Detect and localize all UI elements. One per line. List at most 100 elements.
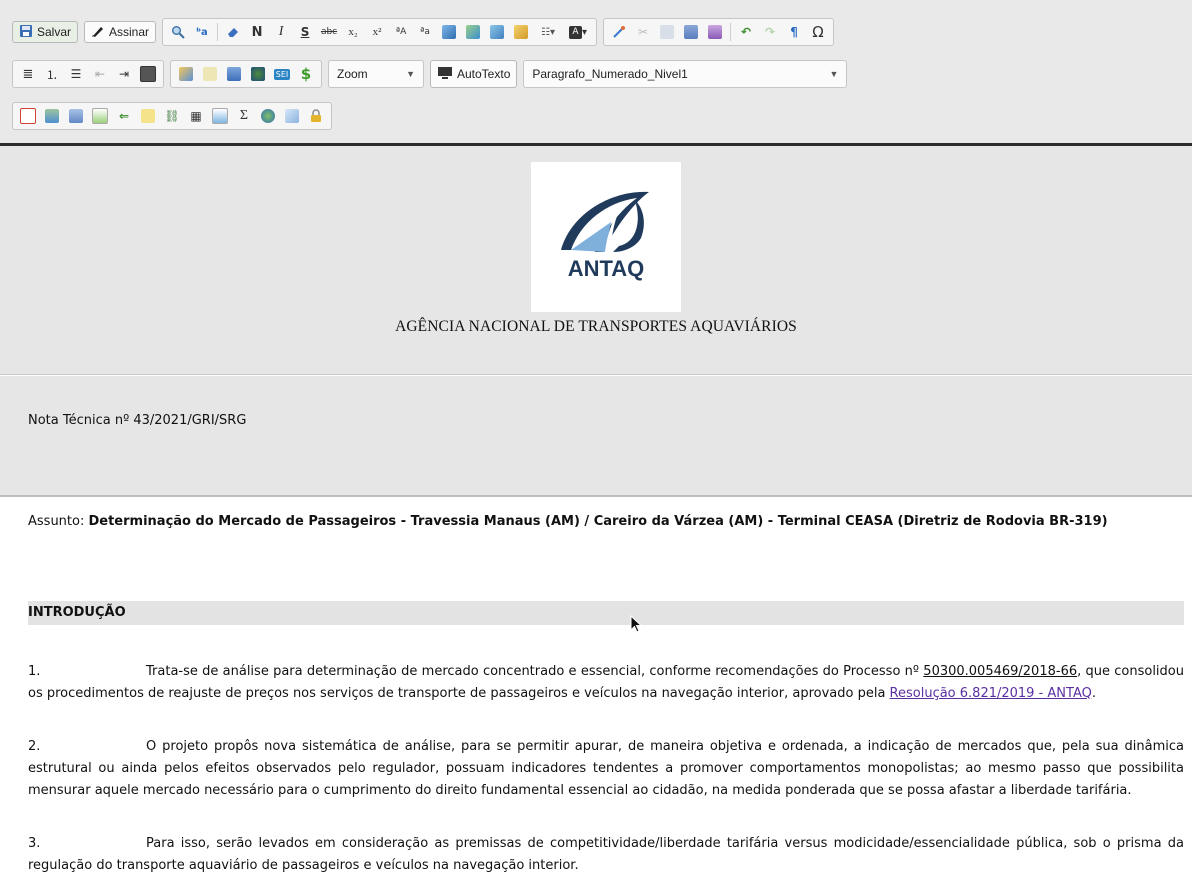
insert-note-icon[interactable] [199, 63, 221, 85]
insert-group: SEI $ [170, 60, 322, 88]
underline-button[interactable]: S [294, 21, 316, 43]
zoom-label: Zoom [337, 67, 368, 81]
cut-icon[interactable]: ✂ [632, 21, 654, 43]
currency-button[interactable]: $ [295, 63, 317, 85]
paragraph-mark-icon[interactable]: ¶ [783, 21, 805, 43]
paragraph-number: 2. [28, 739, 41, 754]
extras-group: ⇐ ⛓ ▦ Σ [12, 102, 332, 130]
text-color-dropdown-icon[interactable]: A ▾ [564, 21, 592, 43]
source-icon[interactable] [17, 105, 39, 127]
save-label: Salvar [37, 25, 72, 39]
toolbar-row-3: ⇐ ⛓ ▦ Σ [12, 102, 332, 130]
document-b-icon[interactable] [65, 105, 87, 127]
insert-doc-icon[interactable] [209, 105, 231, 127]
superscript-button[interactable]: x² [366, 21, 388, 43]
paragraph-style-value: Paragrafo_Numerado_Nivel1 [532, 67, 688, 81]
globe-icon[interactable] [257, 105, 279, 127]
section-heading: INTRODUÇÃO [28, 605, 126, 620]
format-paint-icon[interactable] [510, 21, 532, 43]
italic-button[interactable]: I [270, 21, 292, 43]
uppercase-icon[interactable]: ªA [390, 21, 412, 43]
spellcheck-icon[interactable] [608, 21, 630, 43]
agency-name: AGÊNCIA NACIONAL DE TRANSPORTES AQUAVIÁR… [395, 318, 797, 335]
image-icon[interactable] [137, 63, 159, 85]
process-number: 50300.005469/2018-66 [923, 664, 1078, 679]
document-header: ANTAQ AGÊNCIA NACIONAL DE TRANSPORTES AQ… [0, 146, 1192, 375]
antaq-logo: ANTAQ [531, 162, 681, 312]
outdent-icon[interactable]: ⇤ [89, 63, 111, 85]
logo-wordmark: ANTAQ [568, 256, 645, 281]
subject-line: Assunto: Determinação do Mercado de Pass… [28, 511, 1170, 533]
eraser-icon[interactable] [222, 21, 244, 43]
list-style-dropdown-icon[interactable]: ☷▾ [534, 21, 562, 43]
editor-toolbar: Salvar Assinar ᵇa N I S abc x₂ x² ªA ªa [0, 0, 1192, 146]
justify-icon[interactable]: ≣ [17, 63, 39, 85]
resolution-link[interactable]: Resolução 6.821/2019 - ANTAQ [890, 686, 1092, 701]
qr-code-icon[interactable]: ▦ [185, 105, 207, 127]
toolbar-row-1: Salvar Assinar ᵇa N I S abc x₂ x² ªA ªa [12, 18, 835, 46]
paragraph-number: 3. [28, 836, 41, 851]
monitor-icon [437, 66, 453, 83]
paragraph-number: 1. [28, 664, 41, 679]
insert-sei-icon[interactable]: SEI [271, 63, 293, 85]
misc-group: ✂ ↶ ↷ ¶ Ω [603, 18, 835, 46]
paragraph-3: 3. Para isso, serão levados em consideraç… [28, 833, 1184, 877]
link-chain-icon[interactable]: ⛓ [161, 105, 183, 127]
document-c-icon[interactable] [89, 105, 111, 127]
insert-people-icon[interactable] [247, 63, 269, 85]
sign-button[interactable]: Assinar [84, 21, 157, 43]
save-button[interactable]: Salvar [12, 21, 79, 43]
highlight-c-icon[interactable] [486, 21, 508, 43]
copy-icon[interactable] [656, 21, 678, 43]
paste-icon[interactable] [680, 21, 702, 43]
paragraph-text: Trata-se de análise para determinação de… [146, 664, 924, 679]
insert-table-icon[interactable] [223, 63, 245, 85]
lowercase-icon[interactable]: ªa [414, 21, 436, 43]
paragraph-group: ≣ ⒈ ☰ ⇤ ⇥ [12, 60, 164, 88]
subject-label: Assunto: [28, 514, 89, 529]
edit-note-icon[interactable] [281, 105, 303, 127]
strikethrough-button[interactable]: abc [318, 21, 340, 43]
bold-button[interactable]: N [246, 21, 268, 43]
format-group: ᵇa N I S abc x₂ x² ªA ªa ☷▾ A ▾ [162, 18, 598, 46]
subject-text: Determinação do Mercado de Passageiros -… [88, 514, 1108, 529]
document-a-icon[interactable] [41, 105, 63, 127]
autotext-button[interactable]: AutoTexto [430, 60, 518, 88]
zoom-select[interactable]: Zoom ▼ [328, 60, 424, 88]
indent-icon[interactable]: ⇥ [113, 63, 135, 85]
paste-word-icon[interactable] [704, 21, 726, 43]
paragraph-2: 2. O projeto propôs nova sistemática de a… [28, 736, 1184, 802]
sign-label: Assinar [109, 25, 150, 39]
autotext-label: AutoTexto [457, 67, 511, 81]
bulleted-list-icon[interactable]: ☰ [65, 63, 87, 85]
document-body[interactable]: ANTAQ AGÊNCIA NACIONAL DE TRANSPORTES AQ… [0, 146, 1192, 895]
document-title-band: Nota Técnica nº 43/2021/GRI/SRG [0, 376, 1192, 497]
arrow-left-icon[interactable]: ⇐ [113, 105, 135, 127]
note-icon[interactable] [137, 105, 159, 127]
section-heading-bar: INTRODUÇÃO [28, 601, 1184, 625]
special-char-button[interactable]: Ω [807, 21, 829, 43]
chevron-down-icon: ▼ [829, 69, 839, 79]
replace-icon[interactable]: ᵇa [191, 21, 213, 43]
highlight-a-icon[interactable] [438, 21, 460, 43]
paragraph-style-select[interactable]: Paragrafo_Numerado_Nivel1 ▼ [523, 60, 848, 88]
mouse-cursor-icon [630, 614, 644, 639]
document-title: Nota Técnica nº 43/2021/GRI/SRG [28, 413, 247, 428]
formula-button[interactable]: Σ [233, 105, 255, 127]
numbered-list-icon[interactable]: ⒈ [41, 63, 63, 85]
pen-icon [91, 24, 105, 41]
undo-icon[interactable]: ↶ [735, 21, 757, 43]
find-icon[interactable] [167, 21, 189, 43]
chevron-down-icon: ▼ [406, 69, 415, 79]
subscript-button[interactable]: x₂ [342, 21, 364, 43]
paragraph-text: O projeto propôs nova sistemática de aná… [28, 739, 1184, 798]
paragraph-text: Para isso, serão levados em consideração… [28, 836, 1184, 873]
toolbar-row-2: ≣ ⒈ ☰ ⇤ ⇥ SEI $ Zoom ▼ AutoTexto Paragraf… [12, 60, 848, 88]
save-icon [19, 24, 33, 41]
insert-link-icon[interactable] [175, 63, 197, 85]
paragraph-1: 1. Trata-se de análise para determinação … [28, 661, 1184, 705]
lock-icon[interactable] [305, 105, 327, 127]
paragraph-text: . [1091, 686, 1096, 701]
highlight-b-icon[interactable] [462, 21, 484, 43]
redo-icon[interactable]: ↷ [759, 21, 781, 43]
